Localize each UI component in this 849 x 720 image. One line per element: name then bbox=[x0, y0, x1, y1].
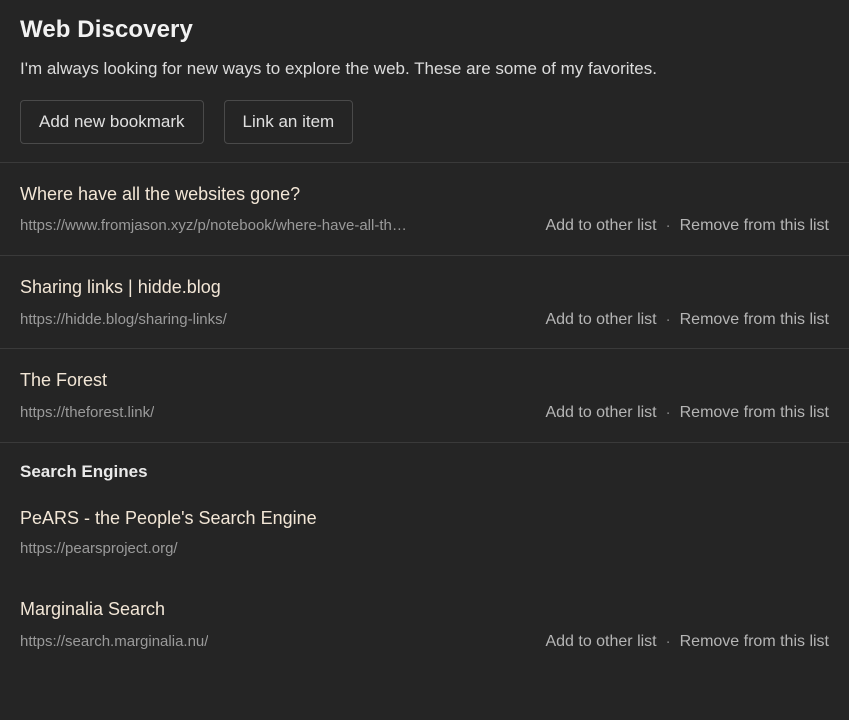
bookmark-meta: https://pearsproject.org/ bbox=[20, 541, 829, 558]
list-item[interactable]: Marginalia Search https://search.margina… bbox=[20, 578, 829, 670]
bookmark-url[interactable]: https://hidde.blog/sharing-links/ bbox=[20, 312, 227, 329]
action-separator: · bbox=[665, 632, 671, 650]
bookmark-list: Where have all the websites gone? https:… bbox=[0, 163, 849, 442]
section-title: Search Engines bbox=[20, 461, 148, 481]
bookmark-url[interactable]: https://theforest.link/ bbox=[20, 405, 154, 422]
add-new-bookmark-button[interactable]: Add new bookmark bbox=[20, 99, 204, 144]
bookmark-url[interactable]: https://search.marginalia.nu/ bbox=[20, 634, 208, 651]
web-discovery-page: Web Discovery I'm always looking for new… bbox=[0, 0, 849, 720]
add-to-other-list-link[interactable]: Add to other list bbox=[545, 404, 656, 422]
page-title: Web Discovery bbox=[20, 16, 193, 43]
bookmark-url[interactable]: https://pearsproject.org/ bbox=[20, 541, 178, 558]
bookmark-actions: Add to other list · Remove from this lis… bbox=[545, 311, 829, 329]
bookmark-meta: https://theforest.link/ Add to other lis… bbox=[20, 404, 829, 422]
bookmark-actions: Add to other list · Remove from this lis… bbox=[545, 404, 829, 422]
bookmark-meta: https://hidde.blog/sharing-links/ Add to… bbox=[20, 311, 829, 329]
link-an-item-button[interactable]: Link an item bbox=[223, 99, 354, 144]
add-to-other-list-link[interactable]: Add to other list bbox=[545, 633, 656, 651]
bookmark-title[interactable]: Where have all the websites gone? bbox=[20, 185, 829, 205]
page-header: Web Discovery I'm always looking for new… bbox=[0, 0, 849, 162]
list-item[interactable]: Where have all the websites gone? https:… bbox=[0, 163, 849, 255]
page-description: I'm always looking for new ways to explo… bbox=[20, 58, 657, 78]
list-item[interactable]: The Forest https://theforest.link/ Add t… bbox=[0, 349, 849, 441]
remove-from-this-list-link[interactable]: Remove from this list bbox=[680, 404, 829, 422]
bookmark-actions: Add to other list · Remove from this lis… bbox=[545, 217, 829, 235]
bookmark-title[interactable]: PeARS - the People's Search Engine bbox=[20, 509, 829, 529]
bookmark-title[interactable]: Marginalia Search bbox=[20, 600, 829, 620]
remove-from-this-list-link[interactable]: Remove from this list bbox=[680, 633, 829, 651]
bookmark-url[interactable]: https://www.fromjason.xyz/p/notebook/whe… bbox=[20, 218, 407, 235]
search-engines-section: Search Engines PeARS - the People's Sear… bbox=[0, 443, 849, 670]
action-separator: · bbox=[665, 404, 671, 422]
add-to-other-list-link[interactable]: Add to other list bbox=[545, 217, 656, 235]
action-separator: · bbox=[665, 310, 671, 328]
add-to-other-list-link[interactable]: Add to other list bbox=[545, 311, 656, 329]
bookmark-meta: https://search.marginalia.nu/ Add to oth… bbox=[20, 633, 829, 651]
remove-from-this-list-link[interactable]: Remove from this list bbox=[680, 311, 829, 329]
list-item[interactable]: PeARS - the People's Search Engine https… bbox=[20, 482, 829, 578]
remove-from-this-list-link[interactable]: Remove from this list bbox=[680, 217, 829, 235]
list-item[interactable]: Sharing links | hidde.blog https://hidde… bbox=[0, 256, 849, 348]
bookmark-title[interactable]: Sharing links | hidde.blog bbox=[20, 278, 829, 298]
action-separator: · bbox=[665, 217, 671, 235]
bookmark-title[interactable]: The Forest bbox=[20, 371, 829, 391]
header-button-row: Add new bookmark Link an item bbox=[20, 99, 829, 144]
bookmark-meta: https://www.fromjason.xyz/p/notebook/whe… bbox=[20, 217, 829, 235]
bookmark-actions: Add to other list · Remove from this lis… bbox=[545, 633, 829, 651]
